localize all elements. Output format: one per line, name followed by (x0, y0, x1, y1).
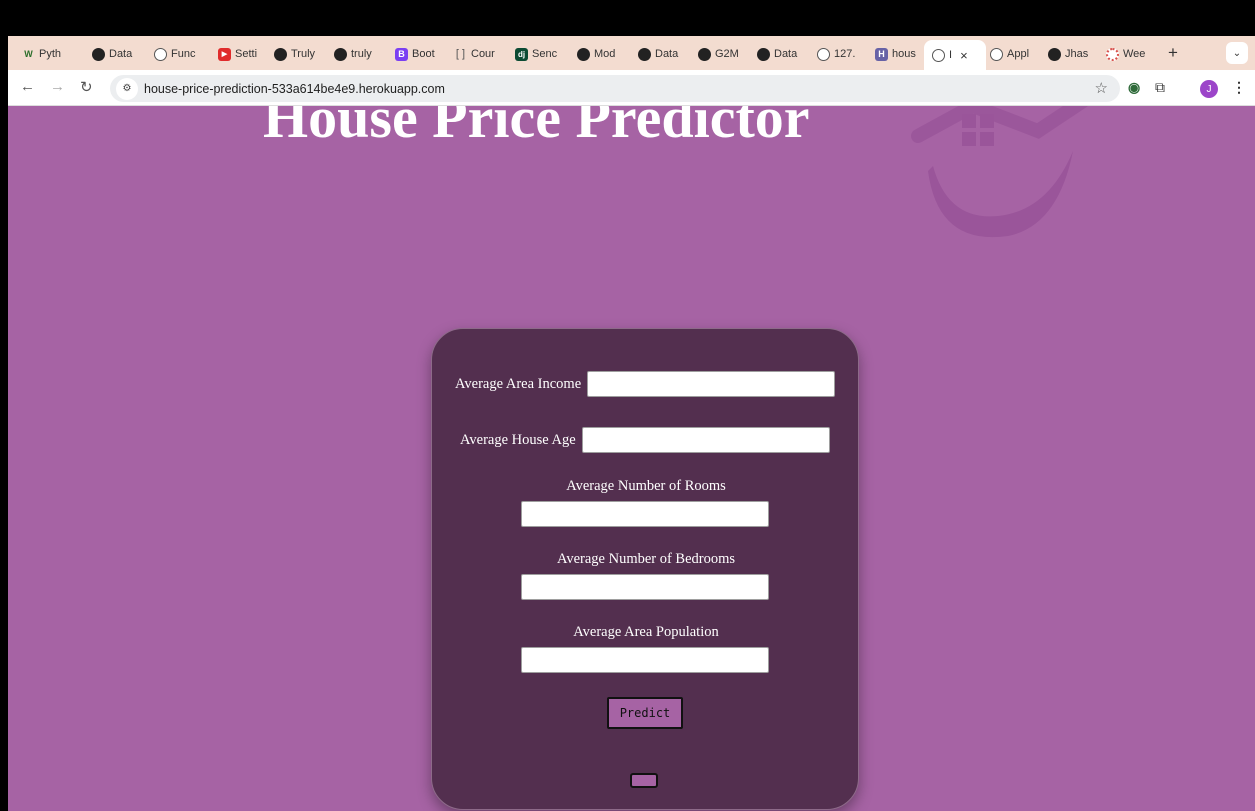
github-icon (638, 47, 651, 61)
rooms-label: Average Number of Rooms (566, 478, 726, 494)
close-tab-icon[interactable]: × (960, 48, 968, 63)
globe-icon (817, 47, 830, 61)
browser-tab[interactable]: B Boot (395, 43, 451, 65)
browser-tab[interactable]: Func (154, 43, 214, 65)
tab-label: Senc (532, 48, 558, 60)
browser-tab[interactable]: 127. (817, 43, 873, 65)
github-icon (577, 47, 590, 61)
github-icon (757, 47, 770, 61)
tab-label: Func (171, 48, 196, 60)
extensions-puzzle-icon[interactable]: ⧉ (1155, 79, 1165, 96)
browser-tab[interactable]: H hous (875, 43, 927, 65)
spinner-icon (1106, 47, 1119, 61)
browser-tab[interactable]: Jhas (1048, 43, 1102, 65)
site-info-icon[interactable]: ⚙ (116, 77, 138, 100)
bookmark-star-icon[interactable]: ☆ (1095, 79, 1108, 97)
tab-label: Cour (471, 48, 495, 60)
profile-avatar[interactable]: J (1200, 80, 1218, 98)
github-icon (334, 47, 347, 61)
population-input[interactable] (521, 647, 769, 673)
url-text[interactable]: house-price-prediction-533a614be4e9.hero… (144, 82, 445, 96)
browser-tab[interactable]: Mod (577, 43, 635, 65)
house-age-input[interactable] (582, 427, 830, 453)
tab-strip: W Pyth Data Func ▶ Setti Truly truly B B… (8, 36, 1255, 70)
page-content: House Price Predictor Average Area Incom… (8, 106, 1255, 811)
new-tab-button[interactable]: + (1168, 43, 1178, 63)
w-icon: W (24, 49, 33, 59)
bootstrap-icon: B (395, 47, 408, 61)
browser-tab[interactable]: ▶ Setti (218, 43, 270, 65)
browser-tab[interactable]: truly (334, 43, 392, 65)
tab-label: Appl (1007, 48, 1030, 60)
tab-label: Data (109, 48, 133, 60)
tab-label: Data (655, 48, 679, 60)
browser-tab[interactable]: Data (757, 43, 815, 65)
browser-tab[interactable]: Appl (990, 43, 1046, 65)
menu-kebab-icon[interactable]: ⋮ (1232, 79, 1246, 96)
browser-tab[interactable]: Data (92, 43, 152, 65)
django-icon: dj (515, 47, 528, 61)
tab-label: Mod (594, 48, 616, 60)
active-tab[interactable]: I × (924, 40, 986, 70)
browser-tab[interactable]: [ ] Cour (454, 43, 512, 65)
address-bar-row: ← → ↻ ⚙ house-price-prediction-533a614be… (8, 70, 1255, 106)
browser-tab[interactable]: Data (638, 43, 696, 65)
area-income-input[interactable] (587, 371, 835, 397)
tab-label: Jhas (1065, 48, 1089, 60)
rooms-input[interactable] (521, 501, 769, 527)
tab-label: hous (892, 48, 916, 60)
tab-label: Pyth (39, 48, 62, 60)
github-icon (274, 47, 287, 61)
tab-label: Truly (291, 48, 316, 60)
tab-label: G2M (715, 48, 739, 60)
bedrooms-label: Average Number of Bedrooms (556, 551, 736, 567)
back-arrow-icon[interactable]: ← (20, 78, 35, 95)
github-icon (92, 47, 105, 61)
globe-icon (990, 47, 1003, 61)
page-title: House Price Predictor (263, 106, 810, 150)
bracket-icon: [ ] (455, 48, 466, 60)
tab-label: Boot (412, 48, 435, 60)
prediction-result-box (630, 773, 658, 788)
house-age-label: Average House Age (460, 432, 576, 448)
tab-label: I (949, 49, 953, 61)
tab-label: truly (351, 48, 372, 60)
browser-tab[interactable]: W Pyth (22, 43, 84, 65)
prediction-form-card: Average Area Income Average House Age Av… (431, 328, 859, 810)
globe-icon (932, 48, 945, 62)
globe-icon (154, 47, 167, 61)
heroku-icon: H (875, 47, 888, 61)
github-icon (698, 47, 711, 61)
house-logo-icon (911, 106, 1088, 238)
browser-tab[interactable]: Truly (274, 43, 332, 65)
browser-tab[interactable]: G2M (698, 43, 756, 65)
tab-label: Data (774, 48, 798, 60)
github-icon (1048, 47, 1061, 61)
browser-tab[interactable]: dj Senc (515, 43, 573, 65)
browser-tab[interactable]: Wee (1106, 43, 1160, 65)
tab-label: Setti (235, 48, 258, 60)
bedrooms-input[interactable] (521, 574, 769, 600)
tab-label: 127. (834, 48, 856, 60)
window-top-bar (0, 0, 1255, 36)
tab-search-chevron-down-icon[interactable]: ⌄ (1226, 42, 1248, 64)
area-income-label: Average Area Income (455, 376, 582, 392)
reload-icon[interactable]: ↻ (80, 78, 93, 96)
forward-arrow-icon[interactable]: → (50, 78, 65, 95)
youtube-icon: ▶ (218, 47, 231, 61)
grammarly-icon[interactable]: ◉ (1128, 79, 1140, 96)
omnibox[interactable]: ⚙ house-price-prediction-533a614be4e9.he… (110, 75, 1120, 102)
population-label: Average Area Population (573, 624, 719, 640)
predict-button[interactable]: Predict (607, 697, 683, 729)
tab-label: Wee (1123, 48, 1146, 60)
